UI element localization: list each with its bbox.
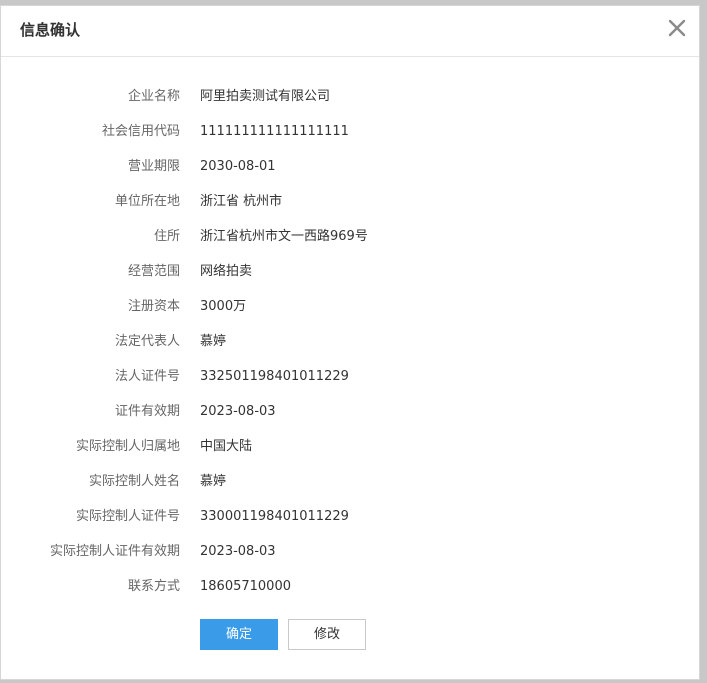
- info-row-legal-id-number: 法人证件号 332501198401011229: [1, 367, 699, 387]
- info-row-address: 住所 浙江省杭州市文一西路969号: [1, 227, 699, 247]
- info-row-controller-id-number: 实际控制人证件号 330001198401011229: [1, 507, 699, 527]
- field-label: 联系方式: [127, 579, 180, 594]
- field-value: 3000万: [200, 299, 247, 314]
- field-label: 社会信用代码: [101, 124, 180, 139]
- field-value: 111111111111111111: [200, 124, 349, 139]
- field-label: 住所: [153, 229, 180, 244]
- field-value: 2023-08-03: [200, 404, 276, 419]
- info-row-contact: 联系方式 18605710000: [1, 577, 699, 597]
- field-value: 332501198401011229: [200, 369, 349, 384]
- field-value: 慕婷: [200, 334, 227, 349]
- confirm-button[interactable]: 确定: [200, 619, 278, 650]
- field-value: 慕婷: [200, 474, 227, 489]
- modify-button[interactable]: 修改: [288, 619, 366, 650]
- field-label: 实际控制人证件号: [75, 509, 180, 524]
- field-value: 2023-08-03: [200, 544, 276, 559]
- field-value: 浙江省杭州市文一西路969号: [200, 229, 368, 244]
- field-label: 营业期限: [127, 159, 180, 174]
- field-label: 企业名称: [127, 89, 180, 104]
- field-value: 中国大陆: [200, 439, 253, 454]
- field-value: 阿里拍卖测试有限公司: [200, 89, 331, 104]
- field-label: 经营范围: [127, 264, 180, 279]
- dialog-title: 信息确认: [20, 21, 81, 39]
- field-value: 18605710000: [200, 579, 291, 594]
- field-label: 法定代表人: [114, 334, 180, 349]
- field-label: 证件有效期: [114, 404, 180, 419]
- info-row-business-term: 营业期限 2030-08-01: [1, 157, 699, 177]
- field-value: 330001198401011229: [200, 509, 349, 524]
- field-label: 实际控制人证件有效期: [49, 544, 180, 559]
- field-value: 浙江省 杭州市: [200, 194, 283, 209]
- info-row-location: 单位所在地 浙江省 杭州市: [1, 192, 699, 212]
- field-value: 网络拍卖: [200, 264, 253, 279]
- info-row-legal-representative: 法定代表人 慕婷: [1, 332, 699, 352]
- field-label: 实际控制人姓名: [88, 474, 180, 489]
- close-icon: [668, 19, 686, 37]
- field-label: 实际控制人归属地: [75, 439, 180, 454]
- info-row-id-validity: 证件有效期 2023-08-03: [1, 402, 699, 422]
- field-label: 单位所在地: [114, 194, 180, 209]
- close-button[interactable]: [663, 14, 691, 42]
- info-row-controller-region: 实际控制人归属地 中国大陆: [1, 437, 699, 457]
- info-row-controller-id-validity: 实际控制人证件有效期 2023-08-03: [1, 542, 699, 562]
- info-confirm-dialog: 信息确认 企业名称 阿里拍卖测试有限公司 社会信用代码 111111111111…: [0, 5, 700, 680]
- info-row-credit-code: 社会信用代码 111111111111111111: [1, 122, 699, 142]
- info-row-business-scope: 经营范围 网络拍卖: [1, 262, 699, 282]
- info-row-registered-capital: 注册资本 3000万: [1, 297, 699, 317]
- field-label: 法人证件号: [114, 369, 180, 384]
- info-row-controller-name: 实际控制人姓名 慕婷: [1, 472, 699, 492]
- dialog-header: 信息确认: [1, 6, 699, 57]
- field-label: 注册资本: [127, 299, 180, 314]
- field-value: 2030-08-01: [200, 159, 276, 174]
- info-row-company-name: 企业名称 阿里拍卖测试有限公司: [1, 87, 699, 107]
